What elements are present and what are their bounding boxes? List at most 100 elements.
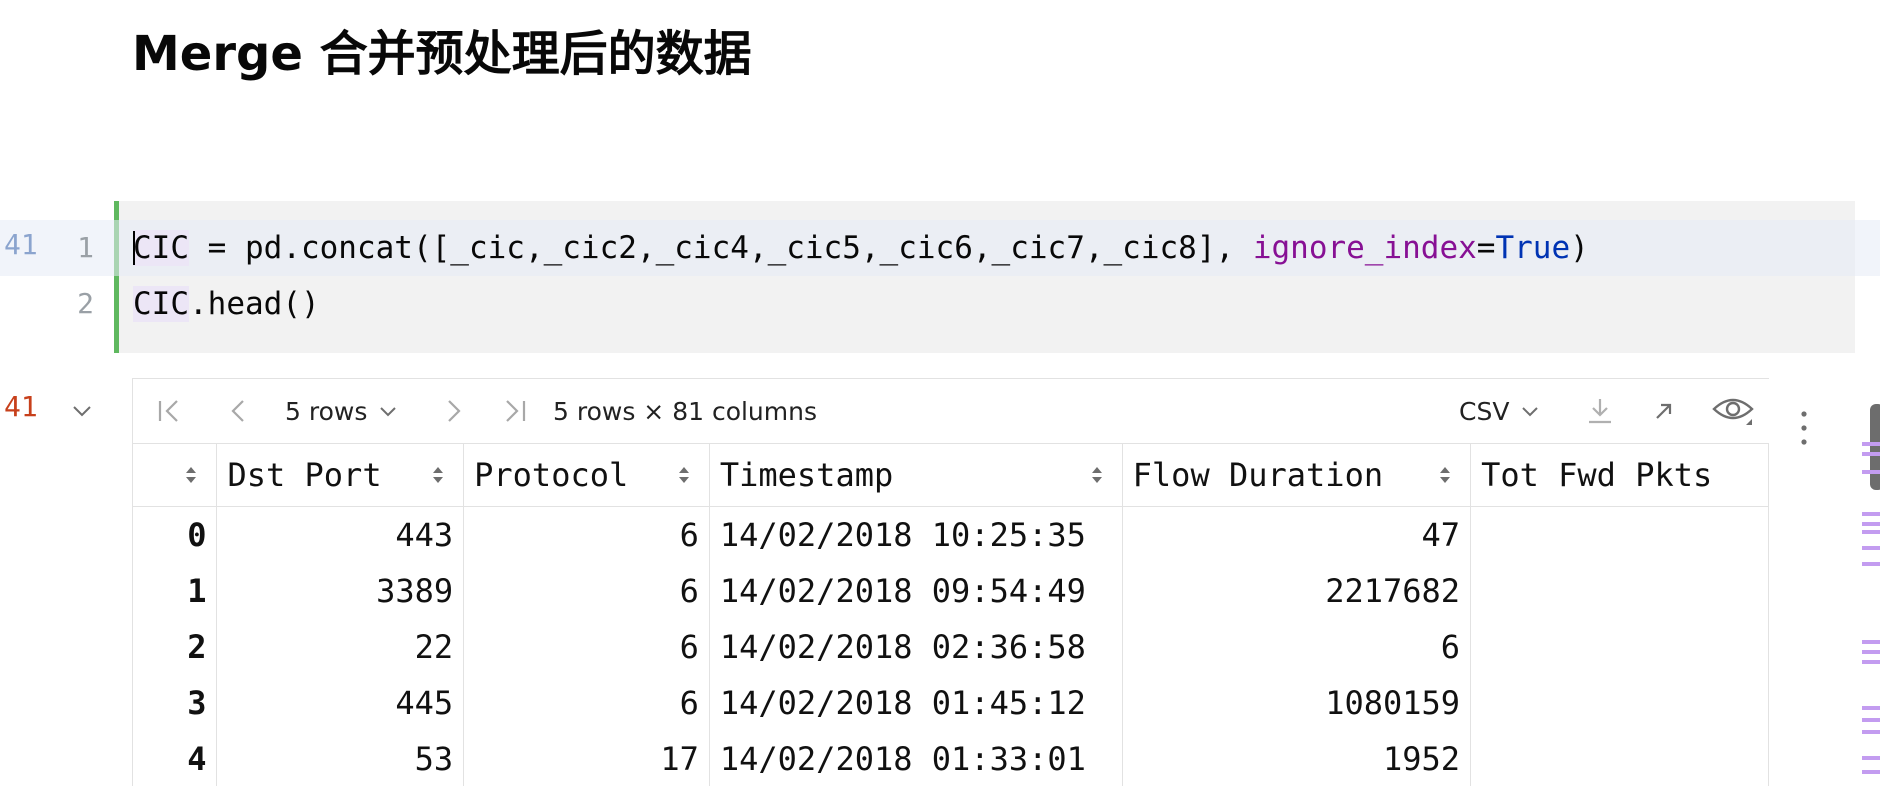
column-header-dst-port[interactable]: Dst Port	[216, 444, 465, 507]
chevron-down-icon	[1522, 407, 1539, 417]
row-index: 1	[133, 563, 218, 619]
previous-page-icon[interactable]	[225, 379, 253, 443]
table-cell: 17	[463, 731, 710, 786]
table-cell: 14/02/2018 10:25:35	[709, 506, 1123, 563]
code-segment: = pd.concat([_cic,_cic2,_cic4,_cic5,_cic…	[189, 230, 1253, 266]
markdown-heading: Merge 合并预处理后的数据	[132, 26, 752, 82]
shape-summary-text: 5 rows × 81 columns	[553, 396, 818, 426]
table-cell	[1470, 506, 1769, 563]
table-row: 1 3389 6 14/02/2018 09:54:49 2217682	[133, 563, 1769, 619]
minimap-marker	[1862, 452, 1880, 456]
index-column-header[interactable]	[133, 444, 218, 507]
table-cell: 6	[463, 619, 710, 675]
table-cell: 14/02/2018 02:36:58	[709, 619, 1123, 675]
minimap-marker	[1862, 470, 1880, 474]
row-index: 4	[133, 731, 218, 786]
minimap-marker	[1862, 756, 1880, 760]
code-segment: =	[1476, 230, 1496, 266]
sort-icon[interactable]	[677, 464, 691, 486]
last-page-icon[interactable]	[501, 379, 529, 443]
table-cell: 445	[216, 675, 465, 731]
sort-icon[interactable]	[1090, 464, 1104, 486]
column-header-flow-duration[interactable]: Flow Duration	[1122, 444, 1472, 507]
column-header-label: Flow Duration	[1132, 456, 1384, 494]
minimap-marker	[1862, 640, 1880, 644]
table-cell: 443	[216, 506, 465, 563]
table-row: 0 443 6 14/02/2018 10:25:35 47	[133, 506, 1769, 563]
minimap-marker	[1862, 650, 1880, 654]
rows-per-page-select[interactable]: 5 rows	[285, 379, 399, 443]
chevron-down-icon[interactable]	[70, 399, 94, 423]
minimap-marker	[1862, 770, 1880, 774]
table-cell: 14/02/2018 01:45:12	[709, 675, 1123, 731]
minimap-marker	[1862, 660, 1880, 664]
column-header-label: Protocol	[474, 456, 629, 494]
column-header-protocol[interactable]: Protocol	[463, 444, 710, 507]
row-index: 0	[133, 506, 218, 563]
table-cell	[1470, 675, 1769, 731]
chevron-down-icon	[380, 407, 397, 417]
table-cell: 14/02/2018 01:33:01	[709, 731, 1123, 786]
code-text[interactable]: CIC = pd.concat([_cic,_cic2,_cic4,_cic5,…	[133, 220, 1589, 276]
line-number: 1	[77, 231, 94, 264]
dataframe-shape-summary: 5 rows × 81 columns	[553, 379, 817, 443]
minimap-marker	[1862, 522, 1880, 526]
table-cell: 47	[1122, 506, 1472, 563]
download-icon[interactable]	[1585, 379, 1615, 443]
table-cell: 6	[463, 563, 710, 619]
vertical-scrollbar-thumb[interactable]	[1870, 404, 1880, 490]
code-variable: CIC	[133, 230, 189, 266]
table-row: 3 445 6 14/02/2018 01:45:12 1080159	[133, 675, 1769, 731]
sort-icon[interactable]	[184, 464, 198, 486]
code-keyword-argument: ignore_index	[1252, 230, 1477, 266]
code-segment: )	[1570, 230, 1589, 266]
table-cell: 53	[216, 731, 465, 786]
minimap-marker	[1862, 442, 1880, 446]
table-cell	[1470, 563, 1769, 619]
code-segment: .head()	[189, 286, 320, 322]
code-line-1[interactable]: 1 CIC = pd.concat([_cic,_cic2,_cic4,_cic…	[0, 220, 1880, 276]
table-cell: 14/02/2018 09:54:49	[709, 563, 1123, 619]
minimap-marker	[1862, 706, 1880, 710]
sort-icon[interactable]	[431, 464, 445, 486]
sort-icon[interactable]	[1438, 464, 1452, 486]
table-cell: 1952	[1122, 731, 1472, 786]
table-cell	[1470, 731, 1769, 786]
table-cell: 2217682	[1122, 563, 1472, 619]
table-cell: 6	[463, 675, 710, 731]
table-cell	[1470, 619, 1769, 675]
code-variable: CIC	[133, 286, 189, 322]
minimap-marker	[1862, 718, 1880, 722]
text-caret	[133, 230, 135, 265]
table-row: 2 22 6 14/02/2018 02:36:58 6	[133, 619, 1769, 675]
table-header-row: Dst Port Protocol Timestamp Flow Duratio…	[133, 444, 1769, 507]
table-cell: 6	[1122, 619, 1472, 675]
export-format-select[interactable]: CSV	[1459, 379, 1541, 443]
minimap-marker	[1862, 546, 1880, 550]
column-header-label: Timestamp	[719, 456, 894, 494]
export-format-label: CSV	[1459, 396, 1510, 426]
code-line-2[interactable]: 2 CIC.head()	[0, 276, 1880, 332]
next-page-icon[interactable]	[439, 379, 467, 443]
dataframe-viewer: 5 rows 5 rows × 81 columns CSV Dst Port …	[132, 378, 1769, 786]
code-text[interactable]: CIC.head()	[133, 276, 320, 332]
open-in-new-icon[interactable]	[1651, 379, 1677, 443]
table-cell: 6	[463, 506, 710, 563]
code-constant: True	[1495, 230, 1571, 266]
table-cell: 3389	[216, 563, 465, 619]
table-cell: 22	[216, 619, 465, 675]
column-header-tot-fwd-pkts[interactable]: Tot Fwd Pkts	[1470, 444, 1769, 507]
minimap-marker	[1862, 512, 1880, 516]
first-page-icon[interactable]	[155, 379, 183, 443]
notebook-page: Merge 合并预处理后的数据 4 1 1 CIC = pd.concat([_c…	[0, 0, 1880, 786]
minimap-marker	[1862, 562, 1880, 566]
rows-per-page-label: 5 rows	[285, 396, 368, 426]
column-header-label: Dst Port	[227, 456, 382, 494]
eye-icon[interactable]	[1711, 379, 1755, 443]
column-header-timestamp[interactable]: Timestamp	[709, 444, 1123, 507]
minimap-marker	[1862, 730, 1880, 734]
column-header-label: Tot Fwd Pkts	[1481, 456, 1713, 494]
more-options-icon[interactable]	[1800, 410, 1808, 446]
table-row: 4 53 17 14/02/2018 01:33:01 1952	[133, 731, 1769, 786]
line-number: 2	[77, 287, 94, 320]
